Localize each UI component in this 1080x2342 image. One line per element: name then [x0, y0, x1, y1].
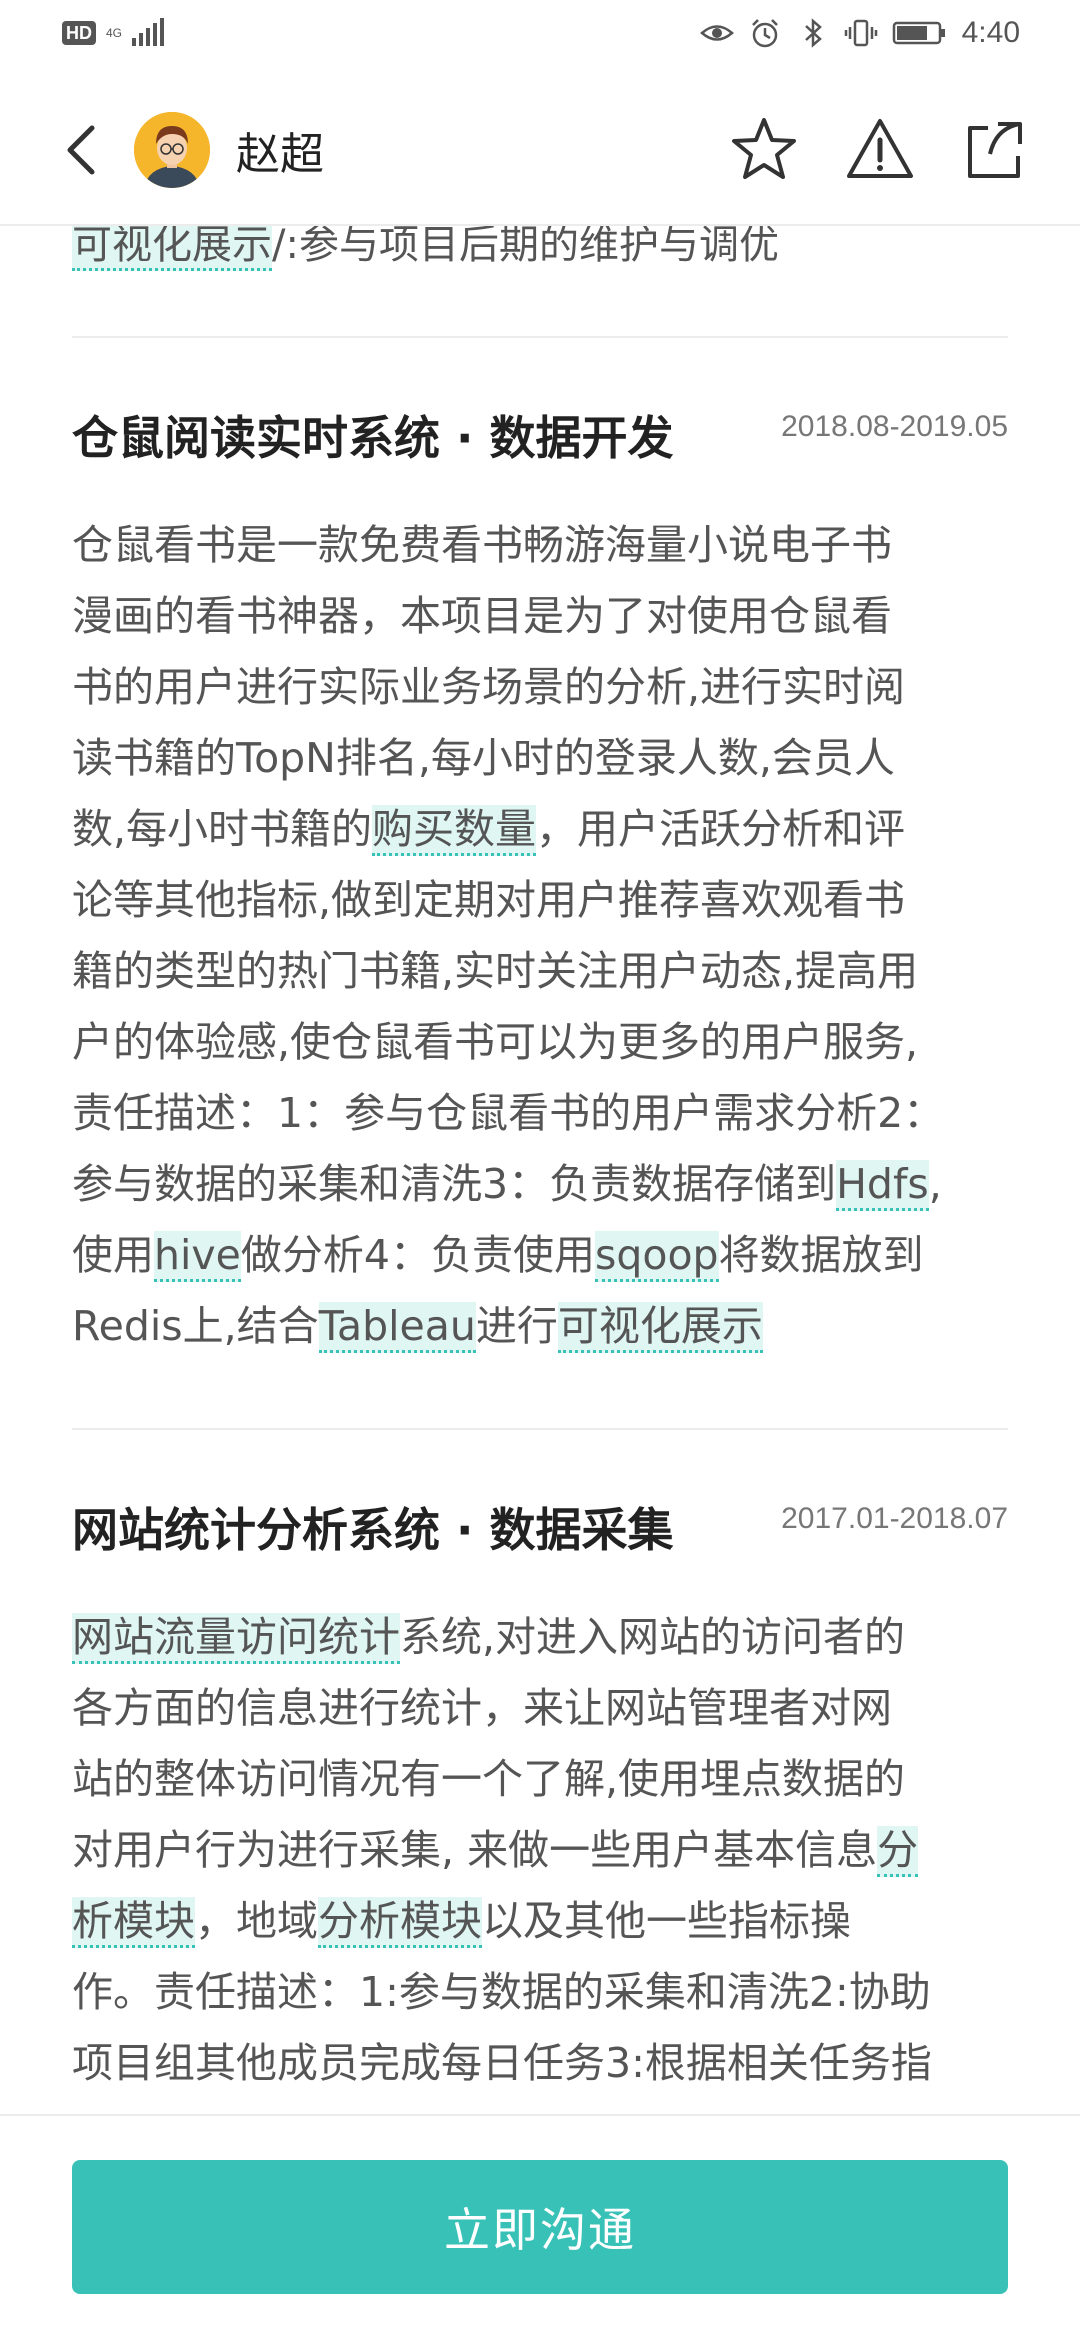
- text-segment: 进行: [475, 1302, 558, 1350]
- text-segment: ，用户活跃分析和评: [536, 805, 906, 853]
- keyword-highlight[interactable]: Hdfs: [836, 1160, 929, 1211]
- description-line: 书的用户进行实际业务场景的分析,进行实时阅: [72, 652, 1008, 723]
- back-arrow-icon[interactable]: [62, 122, 102, 178]
- description-line: 网站流量访问统计系统,对进入网站的访问者的: [72, 1602, 1008, 1673]
- keyword-highlight[interactable]: hive: [154, 1231, 241, 1282]
- text-segment: 作。责任描述：1:参与数据的采集和清洗2:协助: [72, 1968, 931, 2016]
- text-segment: 仓鼠看书是一款免费看书畅游海量小说电子书: [72, 521, 892, 569]
- text-segment: 对用户行为进行采集, 来做一些用户基本信息: [72, 1826, 878, 1874]
- network-type: 4G: [106, 26, 123, 40]
- description-line: 论等其他指标,做到定期对用户推荐喜欢观看书: [72, 865, 1008, 936]
- keyword-highlight[interactable]: 分析模块: [318, 1897, 482, 1948]
- description-line: 仓鼠看书是一款免费看书畅游海量小说电子书: [72, 510, 1008, 581]
- project-date: 2018.08-2019.05: [781, 410, 1008, 443]
- status-right: 4:40: [699, 16, 1020, 50]
- vibrate-icon: [844, 19, 877, 47]
- text-segment: 做分析4：负责使用: [240, 1231, 595, 1279]
- text-segment: 站的整体访问情况有一个了解,使用埋点数据的: [72, 1755, 906, 1803]
- chat-now-button[interactable]: 立即沟通: [72, 2160, 1008, 2294]
- text-segment: 户的体验感,使仓鼠看书可以为更多的用户服务,: [72, 1018, 919, 1066]
- text-segment: /:参与项目后期的维护与调优: [272, 224, 779, 268]
- description-line: 责任描述：1：参与仓鼠看书的用户需求分析2：: [72, 1078, 1008, 1149]
- description-line: 项目组其他成员完成每日任务3:根据相关任务指: [72, 2028, 1008, 2099]
- project-title: 仓鼠阅读实时系统 · 数据开发: [72, 411, 674, 465]
- signal-icon: [132, 18, 165, 46]
- description-line: 对用户行为进行采集, 来做一些用户基本信息分: [72, 1815, 1008, 1886]
- contact-name: 赵超: [236, 129, 324, 180]
- project-description: 网站流量访问统计系统,对进入网站的访问者的各方面的信息进行统计，来让网站管理者对…: [72, 1602, 1008, 2099]
- description-line: 籍的类型的热门书籍,实时关注用户动态,提高用: [72, 936, 1008, 1007]
- text-segment: ,: [928, 1160, 942, 1208]
- description-line: 作。责任描述：1:参与数据的采集和清洗2:协助: [72, 1957, 1008, 2028]
- keyword-highlight[interactable]: 分: [877, 1826, 919, 1877]
- text-segment: ，地域: [195, 1897, 318, 1945]
- text-segment: 读书籍的TopN排名,每小时的登录人数,会员人: [72, 734, 895, 782]
- previous-project-tail: 可视化展示/:参与项目后期的维护与调优: [72, 224, 779, 271]
- divider: [72, 336, 1008, 338]
- description-line: 各方面的信息进行统计，来让网站管理者对网: [72, 1673, 1008, 1744]
- description-line: 户的体验感,使仓鼠看书可以为更多的用户服务,: [72, 1007, 1008, 1078]
- keyword-highlight[interactable]: 析模块: [72, 1897, 195, 1948]
- bottom-bar: 立即沟通: [0, 2114, 1080, 2342]
- description-line: 参与数据的采集和清洗3：负责数据存储到Hdfs,: [72, 1149, 1008, 1220]
- hd-badge: HD: [62, 21, 96, 45]
- keyword-highlight[interactable]: 网站流量访问统计: [72, 1613, 400, 1664]
- description-line: 站的整体访问情况有一个了解,使用埋点数据的: [72, 1744, 1008, 1815]
- text-segment: 论等其他指标,做到定期对用户推荐喜欢观看书: [72, 876, 906, 924]
- keyword-highlight[interactable]: 可视化展示: [557, 1302, 763, 1353]
- text-segment: 数,每小时书籍的: [72, 805, 373, 853]
- project-title: 网站统计分析系统 · 数据采集: [72, 1503, 674, 1557]
- description-line: Redis上,结合Tableau进行可视化展示: [72, 1291, 1008, 1362]
- avatar[interactable]: [134, 112, 210, 188]
- text-segment: 籍的类型的热门书籍,实时关注用户动态,提高用: [72, 947, 919, 995]
- project-date: 2017.01-2018.07: [781, 1502, 1008, 1535]
- text-segment: 参与数据的采集和清洗3：负责数据存储到: [72, 1160, 837, 1208]
- text-segment: 项目组其他成员完成每日任务3:根据相关任务指: [72, 2039, 932, 2087]
- text-segment: 漫画的看书神器，本项目是为了对使用仓鼠看: [72, 592, 892, 640]
- divider: [72, 1428, 1008, 1430]
- description-line: 析模块，地域分析模块以及其他一些指标操: [72, 1886, 1008, 1957]
- eye-icon: [699, 25, 734, 41]
- text-segment: Redis上,结合: [72, 1302, 319, 1350]
- project-description: 仓鼠看书是一款免费看书畅游海量小说电子书 漫画的看书神器，本项目是为了对使用仓鼠看…: [72, 510, 1008, 1362]
- status-time: 4:40: [961, 16, 1020, 49]
- text-segment: 各方面的信息进行统计，来让网站管理者对网: [72, 1684, 892, 1732]
- avatar-illustration: [134, 112, 210, 188]
- chat-header: 赵超: [0, 72, 1080, 226]
- text-segment: 将数据放到: [718, 1231, 924, 1279]
- alarm-icon: [751, 19, 778, 48]
- text-segment: 以及其他一些指标操: [482, 1897, 851, 1945]
- battery-icon: [892, 21, 945, 45]
- keyword-highlight[interactable]: Tableau: [318, 1302, 476, 1353]
- text-segment: 使用: [72, 1231, 154, 1279]
- description-line: 漫画的看书神器，本项目是为了对使用仓鼠看: [72, 581, 1008, 652]
- description-line: 读书籍的TopN排名,每小时的登录人数,会员人: [72, 723, 1008, 794]
- text-segment: 系统,对进入网站的访问者的: [400, 1613, 906, 1661]
- keyword-highlight[interactable]: sqoop: [594, 1231, 719, 1282]
- description-line: 数,每小时书籍的购买数量，用户活跃分析和评: [72, 794, 1008, 865]
- warning-icon[interactable]: [844, 114, 916, 186]
- status-left: HD 4G: [62, 18, 165, 46]
- keyword-highlight[interactable]: 可视化展示: [72, 224, 272, 271]
- description-line: 使用hive做分析4：负责使用sqoop将数据放到: [72, 1220, 1008, 1291]
- share-icon[interactable]: [958, 114, 1030, 186]
- resume-content[interactable]: 可视化展示/:参与项目后期的维护与调优 仓鼠阅读实时系统 · 数据开发 2018…: [0, 224, 1080, 2114]
- star-icon[interactable]: [728, 114, 800, 186]
- status-bar: HD 4G 4:40: [0, 0, 1080, 72]
- text-segment: 书的用户进行实际业务场景的分析,进行实时阅: [72, 663, 906, 711]
- bluetooth-icon: [804, 18, 822, 48]
- keyword-highlight[interactable]: 购买数量: [372, 805, 537, 856]
- text-segment: 责任描述：1：参与仓鼠看书的用户需求分析2：: [72, 1089, 945, 1137]
